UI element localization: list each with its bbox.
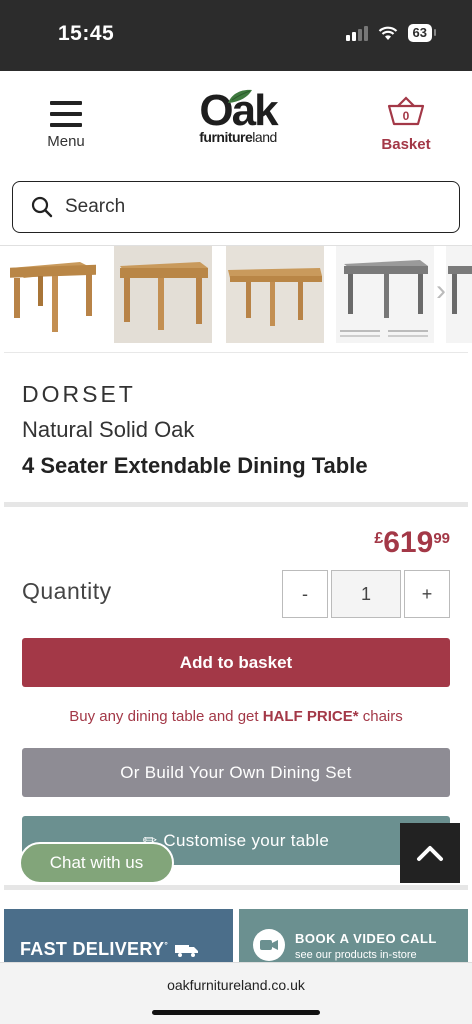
leaf-icon [228,89,252,103]
thumbnail-2[interactable] [114,246,212,343]
thumbnail-4[interactable] [336,246,434,343]
add-to-basket-button[interactable]: Add to basket [22,638,450,687]
logo-sub: furnitureland [199,129,277,145]
status-icons: 63 [345,24,437,42]
table-diagram-image [446,246,472,343]
signal-icon [345,25,368,41]
thumbnail-5[interactable] [446,246,472,343]
table-diagram-image [336,246,434,343]
quantity-label: Quantity [22,578,112,604]
promo-link[interactable]: Buy any dining table and get HALF PRICE*… [0,708,472,725]
browser-url-bar[interactable]: oakfurnitureland.co.uk [0,962,472,1024]
battery-icon: 63 [407,24,437,42]
site-logo[interactable]: Oak furnitureland [188,89,288,146]
search-icon [31,196,53,218]
menu-label: Menu [47,133,85,150]
hamburger-icon [50,101,82,127]
fast-delivery-banner[interactable]: FAST DELIVERY° [4,909,233,963]
search-placeholder: Search [65,196,126,217]
product-info: DORSET Natural Solid Oak 4 Seater Extend… [4,352,468,504]
quantity-decrease-button[interactable]: - [282,570,328,618]
product-collection: DORSET [22,381,136,407]
basket-button[interactable]: 0 Basket [376,95,436,153]
video-call-subtitle: see our products in-store [295,949,417,961]
site-header: Menu Oak furnitureland 0 Basket [0,71,472,171]
status-time: 15:45 [58,22,115,45]
product-price: £61999 [374,526,450,559]
video-call-banner[interactable]: BOOK A VIDEO CALL see our products in-st… [239,909,468,963]
video-call-title: BOOK A VIDEO CALL [295,931,437,946]
chat-button[interactable]: Chat with us [19,842,174,884]
thumbnail-3[interactable] [226,246,324,343]
product-subtitle: Natural Solid Oak [22,417,195,442]
chevron-up-icon [417,846,443,861]
home-indicator [152,1010,320,1015]
chevron-right-icon[interactable]: › [436,274,446,308]
url-text: oakfurnitureland.co.uk [167,977,305,993]
fast-delivery-label: FAST DELIVERY° [20,939,199,960]
table-image [10,262,96,332]
product-title: 4 Seater Extendable Dining Table [22,453,368,478]
basket-count: 0 [403,109,410,123]
scroll-to-top-button[interactable] [400,823,460,883]
build-dining-set-button[interactable]: Or Build Your Own Dining Set [22,748,450,797]
product-thumbnails: › [0,245,472,343]
divider [4,502,468,507]
menu-button[interactable]: Menu [40,101,92,150]
basket-label: Basket [381,136,431,153]
customise-label: Customise your table [163,830,330,850]
table-image [114,246,212,343]
truck-icon [175,945,199,958]
video-camera-icon [253,929,285,961]
status-bar: 15:45 63 [0,0,472,71]
thumbnail-1[interactable] [2,246,100,343]
table-image [226,246,324,343]
quantity-increase-button[interactable]: + [404,570,450,618]
basket-icon: 0 [387,96,425,126]
quantity-input[interactable]: 1 [331,570,401,618]
search-input[interactable]: Search [12,181,460,233]
divider [4,885,468,890]
wifi-icon [378,26,397,40]
